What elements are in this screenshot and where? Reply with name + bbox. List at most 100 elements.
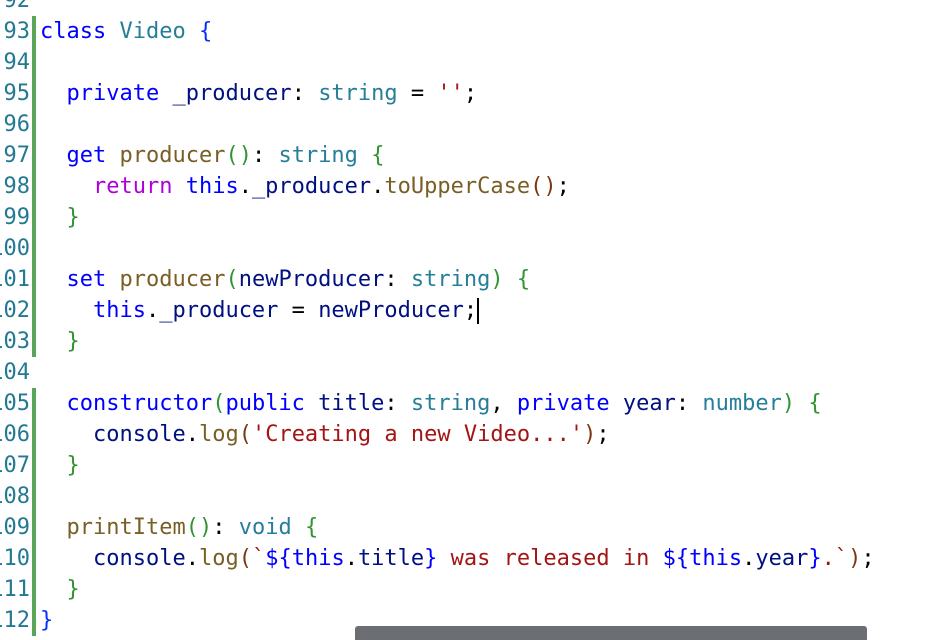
code-token: was released in [437,546,663,571]
code-token: ${ [265,546,292,571]
code-text: return this._producer.toUpperCase(); [40,171,570,202]
code-token: get [66,143,120,168]
code-token: { [808,391,822,416]
code-token: log [198,546,239,571]
code-token: . [145,298,160,323]
code-text: get producer(): string { [40,140,385,171]
modified-line-marker [32,171,36,202]
line-number: 108 [0,484,30,509]
modified-line-marker [32,574,36,605]
line-number: 100 [0,236,30,261]
code-token: ) [583,422,597,447]
code-token: constructor [66,391,213,416]
modified-line-marker [32,233,36,264]
horizontal-scrollbar[interactable] [355,626,867,640]
line-number: 106 [0,422,30,447]
code-editor[interactable]: 92 93 class Video {94 95 private _producer:… [0,0,937,636]
modified-line-marker [32,78,36,109]
code-line[interactable]: 105 constructor(public title: string, pr… [0,388,937,419]
code-token: . [185,422,199,447]
code-token: ; [463,81,478,106]
code-line[interactable]: 106 console.log('Creating a new Video...… [0,419,937,450]
line-number: 102 [0,298,30,323]
code-token: { [516,267,531,292]
code-token: title [357,546,425,571]
code-token: newProducer [318,298,464,323]
code-line[interactable]: 93 class Video { [0,16,937,47]
code-token: : [251,143,279,168]
code-line[interactable]: 103 } [0,326,937,357]
code-line[interactable]: 107 } [0,450,937,481]
code-token: producer [119,267,226,292]
line-number: 109 [0,515,30,540]
modified-line-marker [32,388,36,419]
code-line[interactable]: 94 [0,47,937,78]
code-token: ; [556,174,570,199]
code-line[interactable]: 102 this._producer = newProducer; [0,295,937,326]
code-token: number [702,391,782,416]
code-token: : [212,515,239,540]
code-token: string [410,267,491,292]
code-text: } [40,574,80,605]
code-text: set producer(newProducer: string) { [40,264,531,295]
code-line[interactable]: 97 get producer(): string { [0,140,937,171]
line-number: 111 [0,577,30,602]
modified-line-marker [32,295,36,326]
code-token: printItem [66,515,186,540]
code-token: ${ [662,546,690,571]
code-line[interactable]: 98 return this._producer.toUpperCase(); [0,171,937,202]
code-token: private [516,391,623,416]
code-line[interactable]: 92 [0,0,937,16]
code-token: { [371,143,385,168]
code-line[interactable]: 104 [0,357,937,388]
code-text: private _producer: string = ''; [40,78,478,109]
code-text: constructor(public title: string, privat… [40,388,822,419]
code-token: ( [212,391,226,416]
code-token: this [689,546,743,571]
modified-line-marker [32,326,36,357]
code-line[interactable]: 100 [0,233,937,264]
code-token: } [66,453,80,478]
code-line[interactable]: 101 set producer(newProducer: string) { [0,264,937,295]
code-token: _producer [172,81,292,106]
line-number: 92 [3,0,31,13]
modified-line-marker [32,543,36,574]
code-line[interactable]: 96 [0,109,937,140]
code-token: : [384,391,411,416]
modified-line-marker [32,605,36,636]
modified-line-marker [32,202,36,233]
line-number: 93 [3,19,31,44]
code-token: title [318,391,385,416]
line-number: 105 [0,391,30,416]
code-token: ` [251,546,266,571]
code-token: string [278,143,358,168]
code-token: } [808,546,822,571]
code-token: set [66,267,120,292]
code-line[interactable]: 99 } [0,202,937,233]
code-token: console [92,546,186,571]
code-token: { [304,515,319,540]
modified-line-marker [32,264,36,295]
modified-line-marker [32,47,36,78]
code-token: ; [861,546,875,571]
code-token: private [66,81,173,106]
code-token: string [318,81,398,106]
code-line[interactable]: 109 printItem(): void { [0,512,937,543]
code-token: , [490,391,517,416]
code-line[interactable]: 108 [0,481,937,512]
code-text: class Video { [40,16,212,47]
modified-line-marker [32,481,36,512]
code-line[interactable]: 110 console.log(`${this.title} was relea… [0,543,937,574]
code-line[interactable]: 111 } [0,574,937,605]
line-number: 104 [0,360,30,385]
code-line[interactable]: 95 private _producer: string = ''; [0,78,937,109]
